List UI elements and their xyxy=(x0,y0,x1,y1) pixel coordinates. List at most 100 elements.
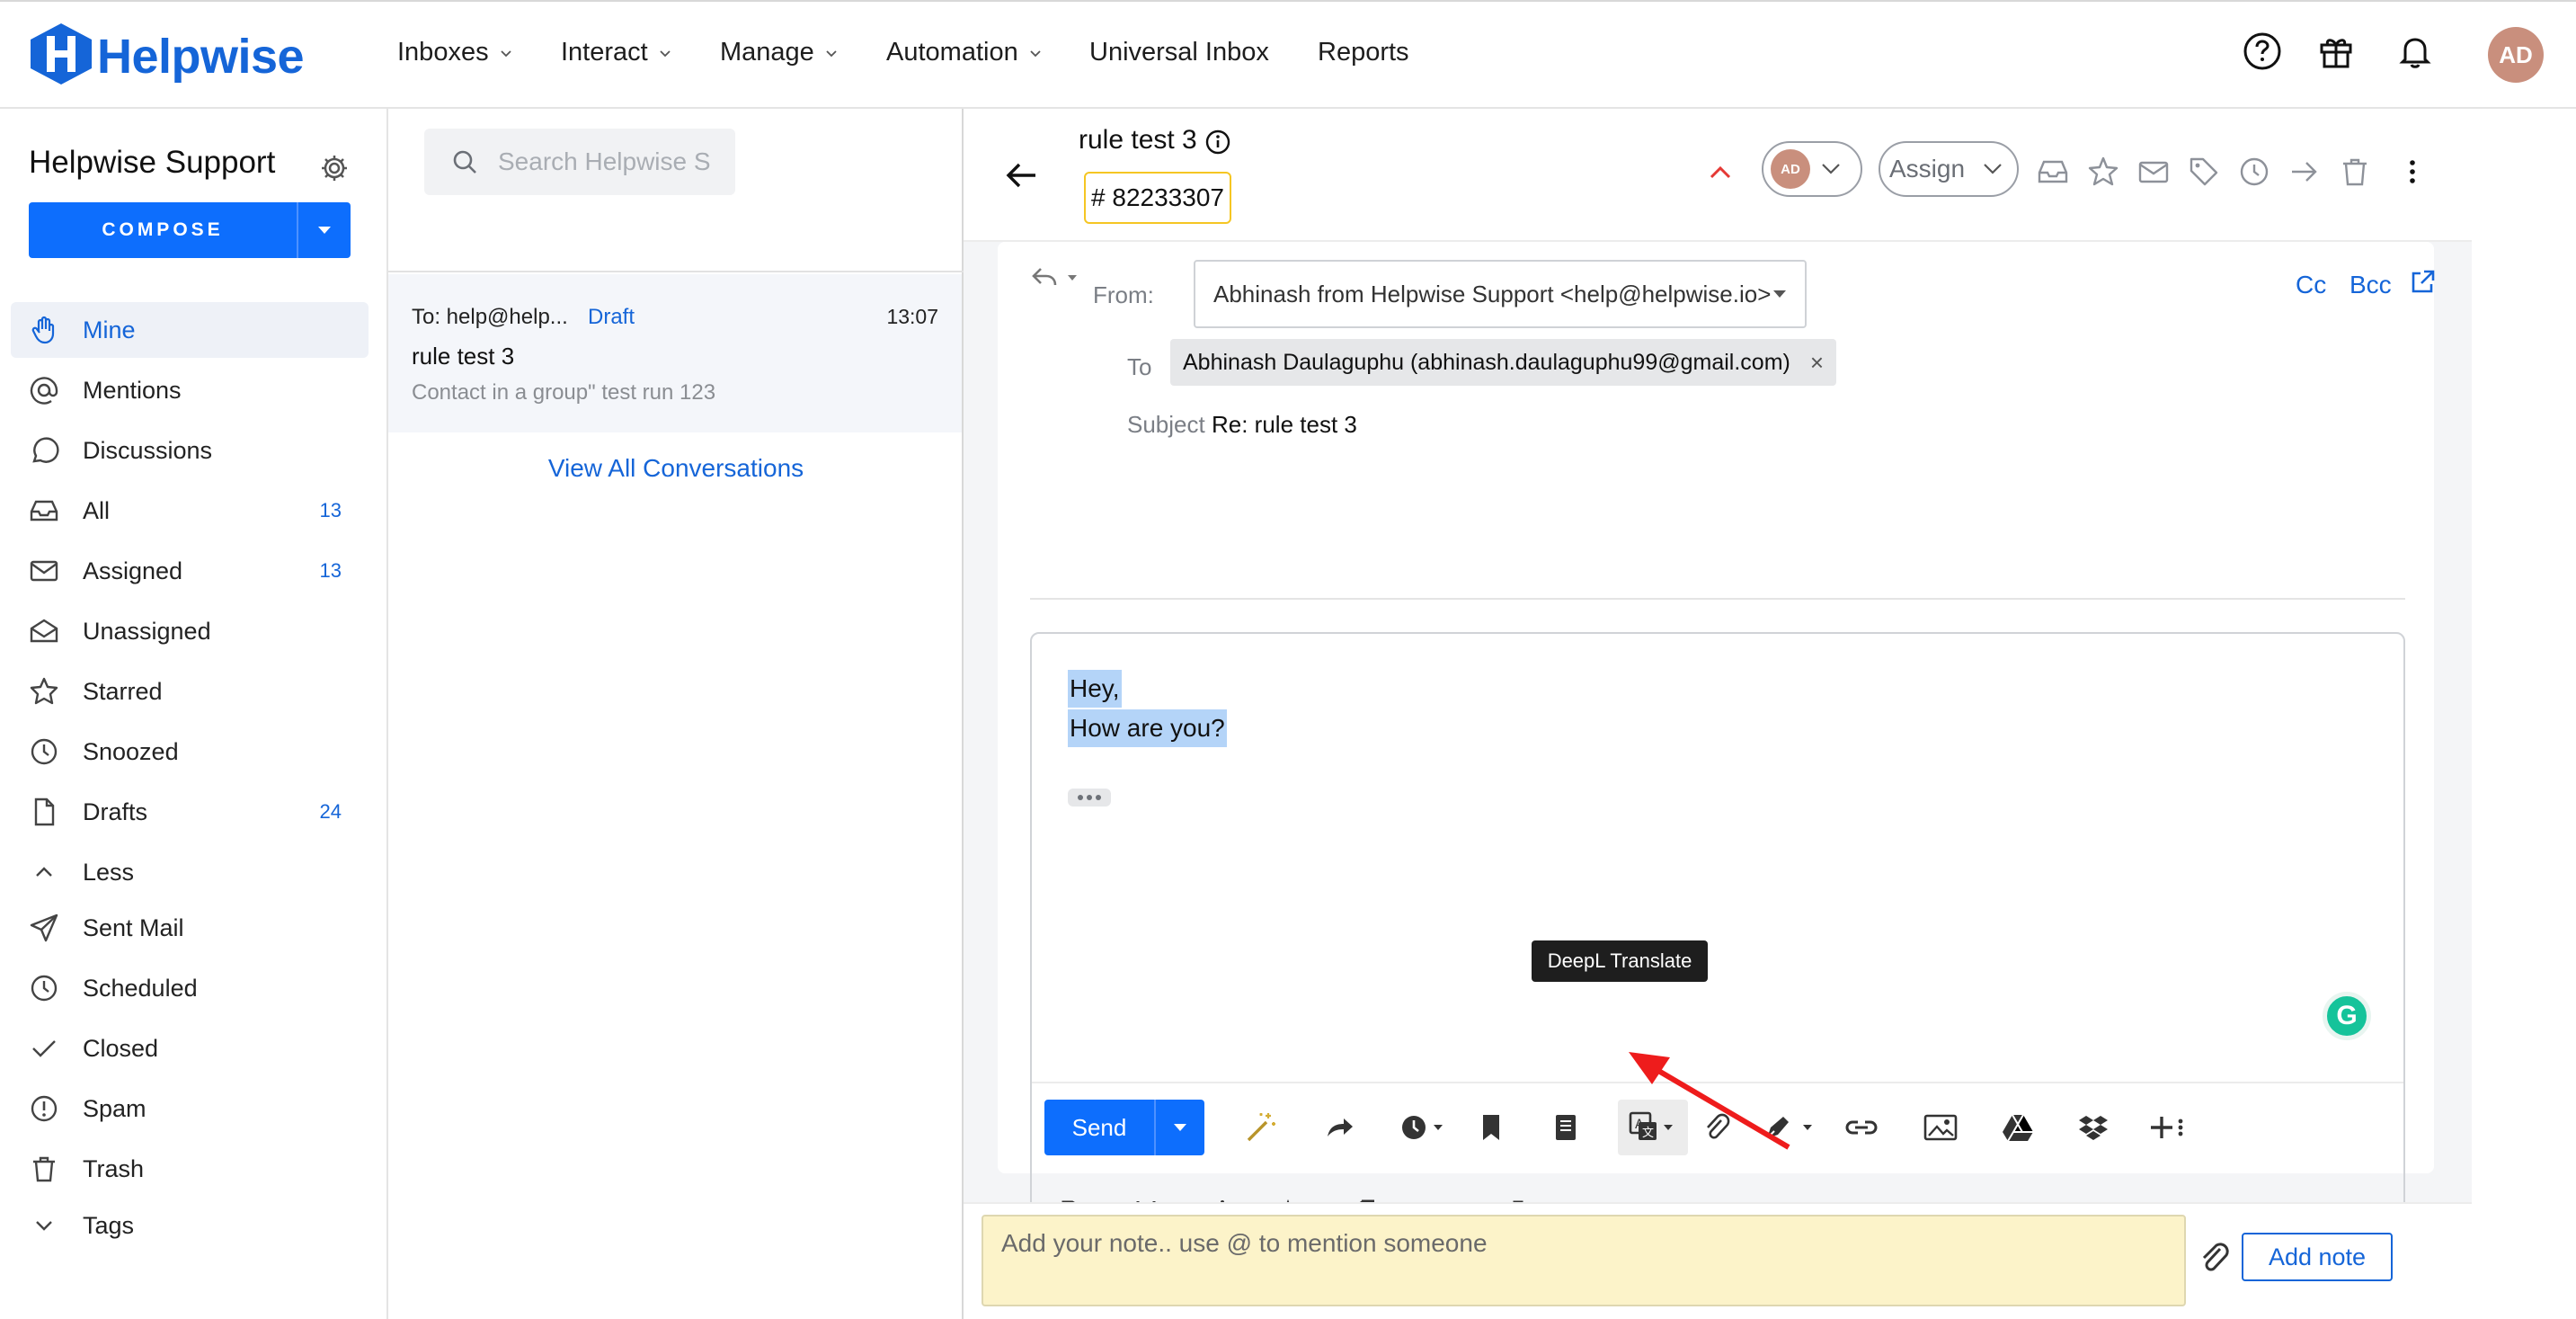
nav-automation[interactable]: Automation xyxy=(886,38,1044,67)
view-all-conversations-link[interactable]: View All Conversations xyxy=(388,454,964,483)
compose-dropdown-button[interactable] xyxy=(297,202,351,258)
note-input[interactable]: Add your note.. use @ to mention someone xyxy=(982,1215,2186,1306)
sidebar-item-less[interactable]: Less xyxy=(11,844,369,900)
sidebar-item-spam[interactable]: Spam xyxy=(11,1081,369,1136)
assignee-avatar-dropdown[interactable]: AD xyxy=(1762,141,1862,197)
sidebar-item-label: Drafts xyxy=(83,798,148,825)
help-circle-icon[interactable] xyxy=(2242,31,2283,72)
draft-badge: Draft xyxy=(588,305,635,329)
star-icon[interactable] xyxy=(2087,156,2119,188)
trash-icon[interactable] xyxy=(2339,156,2371,188)
compose-button[interactable]: COMPOSE xyxy=(29,202,351,258)
inbox-move-icon[interactable] xyxy=(2037,156,2069,188)
nav-label: Universal Inbox xyxy=(1089,38,1269,67)
remove-recipient-icon[interactable]: × xyxy=(1810,349,1824,377)
message-editor[interactable]: Hey, How are you? G Send A文 xyxy=(1030,632,2405,1260)
sidebar-item-label: Assigned xyxy=(83,557,183,584)
subject-value[interactable]: Re: rule test 3 xyxy=(1212,411,1357,439)
link-icon[interactable] xyxy=(1841,1107,1882,1148)
nav-manage[interactable]: Manage xyxy=(720,38,839,67)
sidebar-item-starred[interactable]: Starred xyxy=(11,664,369,719)
sidebar-item-mentions[interactable]: Mentions xyxy=(11,362,369,418)
sidebar-item-mine[interactable]: Mine xyxy=(11,302,369,358)
info-icon[interactable] xyxy=(1204,129,1231,156)
show-trimmed-content-button[interactable] xyxy=(1068,789,1111,807)
envelope-icon[interactable] xyxy=(2137,156,2170,188)
chevron-down-icon xyxy=(1030,49,1041,57)
helpwise-logo-icon[interactable] xyxy=(27,22,95,86)
from-select[interactable]: Abhinash from Helpwise Support <help@hel… xyxy=(1194,260,1807,328)
conversation-preview: Contact in a group" test run 123 xyxy=(412,380,716,405)
add-note-button[interactable]: Add note xyxy=(2242,1233,2393,1281)
caret-down-icon xyxy=(318,227,331,234)
bcc-button[interactable]: Bcc xyxy=(2349,271,2392,299)
chevron-down-icon xyxy=(660,49,671,57)
recipient-label: Abhinash Daulaguphu (abhinash.daulaguphu… xyxy=(1183,349,1790,375)
sidebar-item-closed[interactable]: Closed xyxy=(11,1020,369,1076)
search-placeholder: Search Helpwise S xyxy=(498,147,711,175)
schedule-send-dropdown[interactable] xyxy=(1395,1107,1452,1148)
sidebar-item-label: Scheduled xyxy=(83,974,198,1002)
sidebar-item-assigned[interactable]: Assigned 13 xyxy=(11,543,369,599)
forward-arrow-icon[interactable] xyxy=(2288,156,2321,188)
google-drive-icon[interactable] xyxy=(1997,1107,2039,1148)
send-button[interactable]: Send xyxy=(1044,1100,1204,1155)
sidebar-item-scheduled[interactable]: Scheduled xyxy=(11,960,369,1016)
template-book-icon[interactable] xyxy=(1544,1107,1586,1148)
list-item[interactable]: To: help@help... Draft 13:07 rule test 3… xyxy=(388,274,962,432)
ai-magic-wand-icon[interactable] xyxy=(1240,1107,1282,1148)
sidebar-item-label: Tags xyxy=(83,1211,135,1239)
user-avatar[interactable]: AD xyxy=(2488,27,2544,83)
assign-dropdown[interactable]: Assign xyxy=(1879,141,2019,197)
reply-type-dropdown[interactable] xyxy=(1030,265,1080,292)
nav-label: Manage xyxy=(720,38,814,67)
recipient-chip[interactable]: Abhinash Daulaguphu (abhinash.daulaguphu… xyxy=(1170,339,1837,386)
back-arrow-icon[interactable] xyxy=(1003,157,1039,193)
sidebar-item-all[interactable]: All 13 xyxy=(11,483,369,539)
sidebar-item-tags[interactable]: Tags xyxy=(11,1198,369,1253)
gift-icon[interactable] xyxy=(2315,31,2357,72)
sidebar-item-trash[interactable]: Trash xyxy=(11,1141,369,1197)
more-options-plus-icon[interactable] xyxy=(2146,1107,2188,1148)
pop-out-icon[interactable] xyxy=(2409,269,2436,296)
dropbox-icon[interactable] xyxy=(2073,1107,2114,1148)
conversation-header: rule test 3 # 82233307 AD Assign xyxy=(964,109,2472,242)
compose-label: COMPOSE xyxy=(102,219,224,240)
bookmark-icon[interactable] xyxy=(1470,1107,1512,1148)
sidebar-item-discussions[interactable]: Discussions xyxy=(11,423,369,478)
sidebar-item-label: Mine xyxy=(83,316,136,343)
nav-universal-inbox[interactable]: Universal Inbox xyxy=(1089,38,1269,67)
grammarly-icon[interactable]: G xyxy=(2323,992,2371,1040)
brand-name[interactable]: Helpwise xyxy=(97,29,305,85)
nav-reports[interactable]: Reports xyxy=(1318,38,1409,67)
image-icon[interactable] xyxy=(1920,1107,1961,1148)
avatar: AD xyxy=(1771,149,1810,189)
sidebar-item-sent-mail[interactable]: Sent Mail xyxy=(11,900,369,956)
star-icon xyxy=(30,677,58,705)
sidebar-item-unassigned[interactable]: Unassigned xyxy=(11,603,369,659)
note-attachment-icon[interactable] xyxy=(2197,1240,2231,1276)
gear-icon[interactable] xyxy=(318,152,351,184)
nav-inboxes[interactable]: Inboxes xyxy=(397,38,514,67)
send-dropdown-button[interactable] xyxy=(1154,1100,1204,1155)
sidebar-item-label: Closed xyxy=(83,1034,159,1062)
sidebar-item-label: Trash xyxy=(83,1154,145,1182)
count-badge: 13 xyxy=(319,559,342,582)
nav-label: Inboxes xyxy=(397,38,489,67)
sidebar-item-snoozed[interactable]: Snoozed xyxy=(11,724,369,780)
priority-up-icon[interactable] xyxy=(1708,163,1733,181)
annotation-arrow xyxy=(1629,1052,1790,1150)
right-strip xyxy=(2472,109,2576,1319)
cc-button[interactable]: Cc xyxy=(2296,271,2326,299)
tag-icon[interactable] xyxy=(2188,156,2220,188)
sidebar-item-label: Mentions xyxy=(83,376,182,404)
clock-icon xyxy=(31,975,58,1002)
bell-icon[interactable] xyxy=(2394,31,2436,72)
from-value: Abhinash from Helpwise Support <help@hel… xyxy=(1213,280,1772,307)
nav-interact[interactable]: Interact xyxy=(561,38,673,67)
sidebar-item-drafts[interactable]: Drafts 24 xyxy=(11,784,369,840)
search-input[interactable]: Search Helpwise S xyxy=(424,129,735,195)
forward-icon[interactable] xyxy=(1319,1107,1361,1148)
clock-icon[interactable] xyxy=(2238,156,2270,188)
more-vertical-icon[interactable] xyxy=(2396,156,2429,188)
